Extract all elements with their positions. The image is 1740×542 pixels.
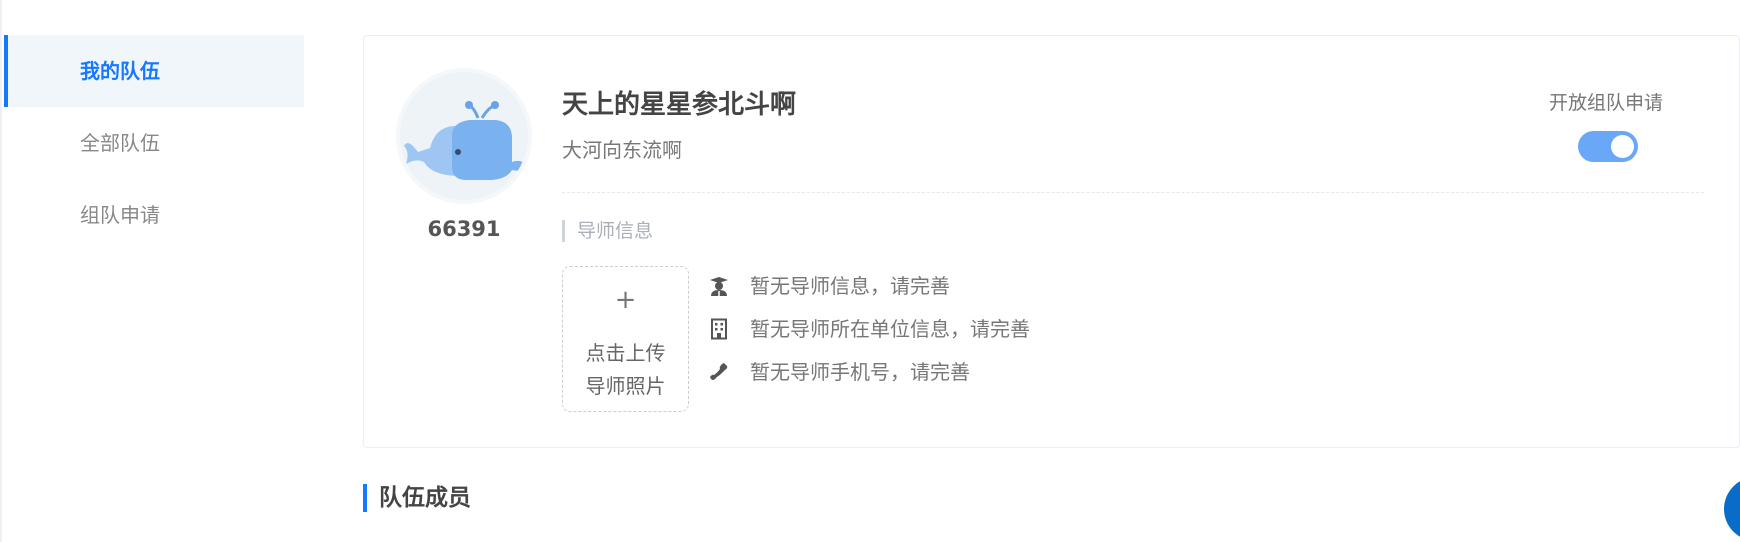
plus-icon: + [614, 285, 637, 315]
page: 我的队伍 全部队伍 组队申请 66391 天上的星星参北斗啊 大河向东流啊 开放… [0, 0, 1740, 542]
sidebar-item-team-applications[interactable]: 组队申请 [4, 179, 304, 251]
upload-label-line2: 导师照片 [585, 374, 666, 398]
team-id: 66391 [427, 217, 501, 241]
phone-icon [710, 363, 728, 380]
members-section-title: 队伍成员 [363, 484, 471, 512]
team-avatar[interactable] [400, 72, 528, 200]
mentor-phone-text: 暂无导师手机号，请完善 [750, 360, 970, 384]
open-application-toggle[interactable] [1578, 131, 1638, 162]
floating-action-button[interactable] [1724, 477, 1740, 541]
divider [562, 192, 1704, 193]
mentor-section-label: 导师信息 [562, 220, 653, 242]
team-name: 天上的星星参北斗啊 [562, 90, 797, 120]
sidebar-item-label: 组队申请 [80, 203, 160, 227]
upload-label-line1: 点击上传 [585, 341, 666, 365]
upload-mentor-photo-button[interactable]: + 点击上传 导师照片 [562, 266, 689, 412]
building-icon [711, 318, 727, 340]
mentor-unit-text: 暂无导师所在单位信息，请完善 [750, 317, 1030, 341]
graduate-icon [710, 277, 728, 296]
sidebar-item-label: 我的队伍 [80, 59, 160, 83]
mentor-info-text: 暂无导师信息，请完善 [750, 274, 950, 298]
toggle-knob [1611, 135, 1634, 158]
sidebar-item-all-teams[interactable]: 全部队伍 [4, 107, 304, 179]
open-application-label: 开放组队申请 [1549, 92, 1664, 114]
sidebar: 我的队伍 全部队伍 组队申请 [0, 0, 304, 542]
team-description: 大河向东流啊 [562, 138, 682, 162]
whale-icon [404, 101, 528, 180]
sidebar-item-label: 全部队伍 [80, 131, 160, 155]
team-card: 66391 天上的星星参北斗啊 大河向东流啊 开放组队申请 导师信息 + 点击上… [363, 35, 1740, 448]
sidebar-item-my-team[interactable]: 我的队伍 [4, 35, 304, 107]
